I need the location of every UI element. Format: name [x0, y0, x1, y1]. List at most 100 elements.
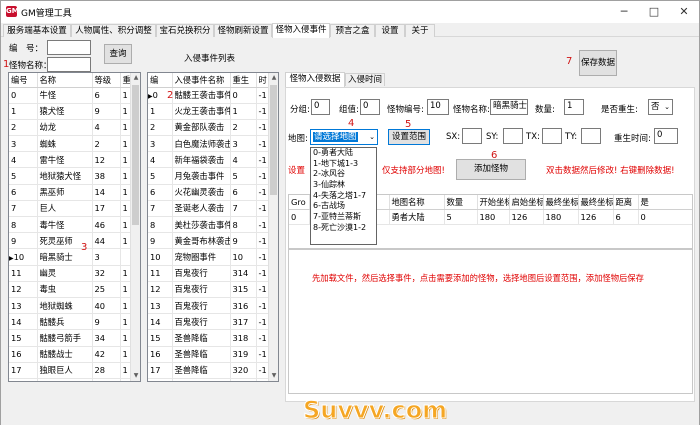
event-grid-cell[interactable]: 317	[230, 313, 257, 331]
monster-grid-cell[interactable]: 5	[9, 167, 38, 185]
sx-input[interactable]	[462, 128, 482, 144]
name-input[interactable]	[47, 57, 91, 72]
monster-grid-row[interactable]: 2 幼龙 4 1	[9, 119, 133, 137]
map-option[interactable]: 4-失落之塔1-7	[311, 191, 376, 202]
event-grid-cell[interactable]: 10	[148, 248, 173, 266]
event-grid-row[interactable]: 1 火龙王袭击事件 1 -1	[148, 103, 271, 120]
event-grid-cell[interactable]: 圣兽降临	[172, 362, 231, 379]
respawn-select[interactable]: 否 ⌄	[648, 99, 673, 115]
data-grid-cell[interactable]: 6	[613, 209, 639, 225]
monster-grid-cell[interactable]: 巨人	[37, 200, 93, 218]
data-grid-cell[interactable]: 0	[289, 209, 310, 225]
event-grid-cell[interactable]: 12	[148, 281, 173, 298]
monster-grid-cell[interactable]: 毒牛怪	[37, 216, 93, 234]
set-range-button[interactable]: 设置范围	[388, 129, 430, 145]
event-grid-row[interactable]: 3 白色魔法师袭击 3 -1	[148, 135, 271, 153]
monster-grid-cell[interactable]: 骷髅战士	[37, 346, 93, 363]
map-option[interactable]: 7-亚特兰蒂斯	[311, 212, 376, 223]
monster-grid-row[interactable]: 8 毒牛怪 46 1	[9, 216, 133, 234]
tx-input[interactable]	[542, 128, 562, 144]
monster-grid-cell[interactable]: 38	[92, 167, 121, 185]
monster-grid-cell[interactable]: 46	[92, 216, 121, 234]
monster-grid-cell[interactable]: 17	[9, 362, 38, 379]
map-option[interactable]: 8-死亡沙漠1-2	[311, 223, 376, 234]
event-grid-row[interactable]: 13 百鬼夜行 316 -1	[148, 297, 271, 315]
monster-grid-cell[interactable]: 4	[9, 151, 38, 169]
monster-grid-cell[interactable]: 幼龙	[37, 119, 93, 137]
monster-grid-row[interactable]: 6 黑巫师 14 1	[9, 184, 133, 201]
event-grid-cell[interactable]: 0	[230, 87, 257, 104]
event-grid-row[interactable]: 6 火花幽灵袭击 6 -1	[148, 184, 271, 201]
map-select[interactable]: 请选择地图 ⌄	[310, 129, 378, 145]
event-grid-cell[interactable]: 白色魔法师袭击	[172, 135, 231, 153]
event-col-name[interactable]: 入侵事件名称	[172, 73, 231, 88]
monster-col-id[interactable]: 编号	[9, 73, 38, 88]
map-option[interactable]: 3-仙踪林	[311, 180, 376, 191]
event-grid-row[interactable]: 17 圣兽降临 320 -1	[148, 362, 271, 379]
data-col-end2[interactable]: 最终坐标	[578, 195, 614, 210]
monster-grid-cell[interactable]: 6	[9, 184, 38, 201]
event-grid-cell[interactable]: 百鬼夜行	[172, 297, 231, 315]
event-grid-row[interactable]: 10 宠物圈事件 10 -1	[148, 248, 271, 266]
event-grid-cell[interactable]: 14	[148, 313, 173, 331]
monster-grid-cell[interactable]: 34	[92, 329, 121, 347]
monster-grid-cell[interactable]: 42	[92, 346, 121, 363]
data-col-flag[interactable]: 是	[638, 195, 692, 210]
event-grid-cell[interactable]: 316	[230, 297, 257, 315]
monster-grid-row[interactable]: 11 幽灵 32 1	[9, 265, 133, 282]
monster-grid-cell[interactable]: 6	[92, 87, 121, 104]
monster-grid-cell[interactable]: 9	[92, 103, 121, 120]
monster-grid-cell[interactable]: 2	[9, 119, 38, 137]
monster-grid-cell[interactable]: 14	[92, 184, 121, 201]
tab-server-settings[interactable]: 服务端基本设置	[3, 24, 71, 37]
event-grid-cell[interactable]: 314	[230, 265, 257, 282]
event-grid-cell[interactable]: 8	[148, 216, 173, 234]
monster-grid-cell[interactable]: 猿犬怪	[37, 103, 93, 120]
map-option[interactable]: 2-冰风谷	[311, 169, 376, 180]
tab-prophecy-box[interactable]: 预言之盒	[330, 24, 375, 37]
event-grid-cell[interactable]: 百鬼夜行	[172, 265, 231, 282]
event-grid-cell[interactable]: 315	[230, 281, 257, 298]
monster-grid-cell[interactable]: 0	[9, 87, 38, 104]
event-grid-row[interactable]: 7 圣诞老人袭击 7 -1	[148, 200, 271, 218]
event-grid-cell[interactable]: 18	[148, 378, 173, 381]
event-grid-cell[interactable]: 美杜莎袭击事件	[172, 216, 231, 234]
close-button[interactable]: ✕	[669, 1, 699, 23]
event-grid-cell[interactable]: 7	[230, 200, 257, 218]
event-grid-scrollbar[interactable]: ▲ ▼	[268, 73, 278, 381]
event-grid-cell[interactable]: 6	[230, 184, 257, 201]
event-grid-cell[interactable]: 5	[148, 167, 173, 185]
event-grid-cell[interactable]: 百鬼夜行	[172, 281, 231, 298]
monster-grid-cell[interactable]: 独眼巨人	[37, 362, 93, 379]
monster-grid-cell[interactable]: 9	[92, 313, 121, 331]
event-grid-row[interactable]: 5 月兔袭击事件 5 -1	[148, 167, 271, 185]
monster-grid-row[interactable]: 9 死灵巫师 44 1	[9, 232, 133, 250]
event-grid-cell[interactable]: 9	[148, 232, 173, 250]
monster-grid-cell[interactable]: 幽灵	[37, 265, 93, 282]
tab-monster-invasion[interactable]: 怪物入侵事件	[272, 23, 330, 38]
monster-grid-cell[interactable]: 毒虫	[37, 281, 93, 298]
monster-grid-row[interactable]: 3 蜘蛛 2 1	[9, 135, 133, 153]
event-grid-cell[interactable]: 11	[148, 265, 173, 282]
sy-input[interactable]	[503, 128, 523, 144]
monster-grid-cell[interactable]: 地狱蜘蛛	[37, 297, 93, 315]
monster-grid-cell[interactable]: 3	[92, 248, 121, 266]
add-monster-button[interactable]: 添加怪物	[456, 159, 526, 180]
data-grid-cell[interactable]: 5	[444, 209, 478, 225]
monster-grid-cell[interactable]: 9	[9, 232, 38, 250]
monster-name-input[interactable]: 暗黑骑士	[490, 99, 528, 115]
event-grid-cell[interactable]: 3	[148, 135, 173, 153]
monster-grid-row[interactable]: 5 地狱猿犬怪 38 1	[9, 167, 133, 185]
monster-grid-cell[interactable]: 7	[9, 200, 38, 218]
event-grid-cell[interactable]: 318	[230, 329, 257, 347]
monster-grid-cell[interactable]: 牛怪	[37, 87, 93, 104]
monster-grid-cell[interactable]: 蜘蛛	[37, 135, 93, 153]
monster-grid-row[interactable]: 7 巨人 17 1	[9, 200, 133, 218]
monster-grid-cell[interactable]: 25	[92, 281, 121, 298]
ty-input[interactable]	[581, 128, 601, 144]
monster-grid-cell[interactable]: 15	[9, 329, 38, 347]
event-grid-row[interactable]: 4 新年福袋袭击 4 -1	[148, 151, 271, 169]
data-col-count[interactable]: 数量	[444, 195, 478, 210]
event-grid-cell[interactable]: 2	[148, 119, 173, 137]
map-option[interactable]: 0-勇者大陆	[311, 148, 376, 159]
